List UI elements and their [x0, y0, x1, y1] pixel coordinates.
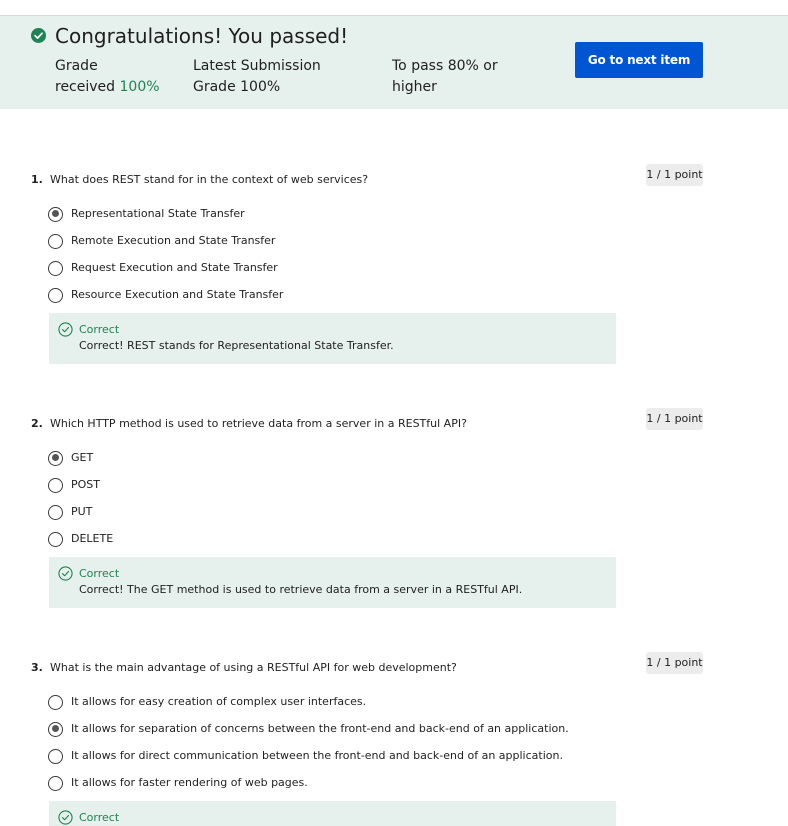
question-number: 3.: [31, 661, 43, 674]
option-label: Resource Execution and State Transfer: [71, 288, 284, 301]
option-2[interactable]: Remote Execution and State Transfer: [48, 232, 275, 250]
latest-value: 100%: [240, 79, 281, 95]
grade-value: 100%: [119, 79, 160, 95]
check-circle-icon: [31, 28, 46, 43]
option-label: GET: [71, 451, 94, 464]
feedback-title: Correct: [79, 811, 120, 824]
feedback-text: Correct! REST stands for Representationa…: [79, 339, 394, 352]
feedback-title: Correct: [79, 323, 120, 336]
option-label: DELETE: [71, 532, 114, 545]
pass-threshold: To pass 80% or higher: [392, 56, 522, 98]
quiz-results-page: Congratulations! You passed! Grade recei…: [0, 0, 788, 826]
grade-received: Grade received 100%: [55, 56, 165, 98]
option-label: Remote Execution and State Transfer: [71, 234, 276, 247]
option-2[interactable]: It allows for separation of concerns bet…: [48, 720, 569, 738]
latest-label: Latest Submission: [193, 58, 321, 74]
feedback-box: Correct Correct! The GET method is used …: [49, 557, 616, 608]
question-text: Which HTTP method is used to retrieve da…: [50, 417, 467, 430]
radio-icon[interactable]: [48, 477, 63, 493]
go-to-next-item-button[interactable]: Go to next item: [575, 42, 703, 78]
option-3[interactable]: Request Execution and State Transfer: [48, 259, 278, 277]
radio-icon[interactable]: [48, 531, 63, 547]
grade-label: Grade: [55, 58, 98, 74]
option-label: POST: [71, 478, 100, 491]
option-2[interactable]: POST: [48, 476, 100, 494]
check-circle-outline-icon: [58, 810, 73, 825]
radio-icon[interactable]: [48, 775, 63, 791]
question-text: What does REST stand for in the context …: [50, 173, 369, 186]
pass-label-line1: To pass 80% or: [392, 58, 498, 74]
feedback-box: Correct: [49, 801, 616, 826]
radio-icon[interactable]: [48, 233, 63, 249]
points-badge: 1 / 1 point: [646, 652, 703, 674]
question-number: 1.: [31, 173, 43, 186]
option-1[interactable]: Representational State Transfer: [48, 205, 245, 223]
points-badge: 1 / 1 point: [646, 164, 703, 186]
latest-submission-grade: Latest Submission Grade 100%: [193, 56, 343, 98]
option-4[interactable]: It allows for faster rendering of web pa…: [48, 774, 308, 792]
pass-label-line2: higher: [392, 79, 437, 95]
option-4[interactable]: Resource Execution and State Transfer: [48, 286, 283, 304]
option-1[interactable]: GET: [48, 449, 93, 467]
grade-label-line2: received: [55, 79, 116, 95]
option-1[interactable]: It allows for easy creation of complex u…: [48, 693, 366, 711]
feedback-box: Correct Correct! REST stands for Represe…: [49, 313, 616, 364]
feedback-text: Correct! The GET method is used to retri…: [79, 583, 523, 596]
radio-selected-icon[interactable]: [48, 450, 63, 466]
check-circle-outline-icon: [58, 322, 73, 337]
option-label: It allows for separation of concerns bet…: [71, 722, 569, 735]
option-label: PUT: [71, 505, 93, 518]
points-badge: 1 / 1 point: [646, 408, 703, 430]
option-4[interactable]: DELETE: [48, 530, 113, 548]
question-number: 2.: [31, 417, 43, 430]
option-3[interactable]: PUT: [48, 503, 92, 521]
question-text: What is the main advantage of using a RE…: [50, 661, 457, 674]
option-label: Request Execution and State Transfer: [71, 261, 278, 274]
radio-icon[interactable]: [48, 260, 63, 276]
option-3[interactable]: It allows for direct communication betwe…: [48, 747, 563, 765]
radio-selected-icon[interactable]: [48, 206, 63, 222]
pass-banner: Congratulations! You passed! Grade recei…: [0, 16, 788, 109]
radio-icon[interactable]: [48, 694, 63, 710]
option-label: It allows for easy creation of complex u…: [71, 695, 367, 708]
radio-selected-icon[interactable]: [48, 721, 63, 737]
option-label: Representational State Transfer: [71, 207, 245, 220]
option-label: It allows for direct communication betwe…: [71, 749, 563, 762]
radio-icon[interactable]: [48, 287, 63, 303]
pass-title: Congratulations! You passed!: [55, 24, 349, 48]
check-circle-outline-icon: [58, 566, 73, 581]
radio-icon[interactable]: [48, 504, 63, 520]
latest-label-line2: Grade: [193, 79, 236, 95]
radio-icon[interactable]: [48, 748, 63, 764]
feedback-title: Correct: [79, 567, 120, 580]
option-label: It allows for faster rendering of web pa…: [71, 776, 308, 789]
